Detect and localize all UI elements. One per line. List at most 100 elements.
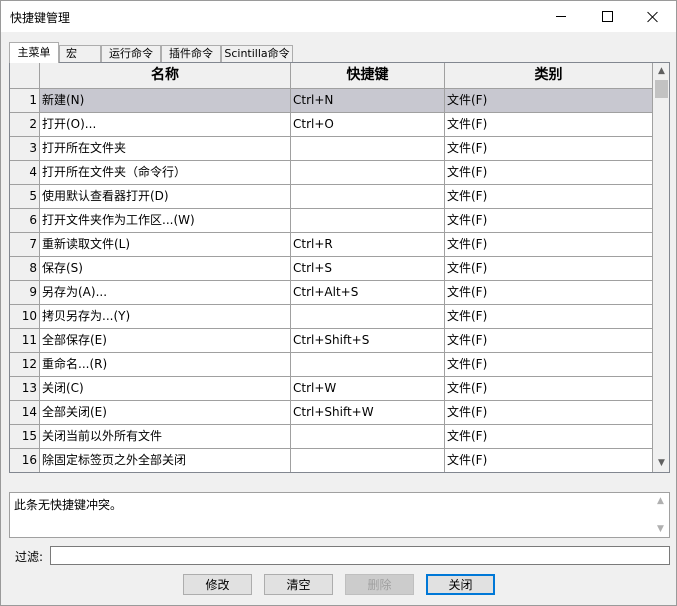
- shortcut-cell[interactable]: Ctrl+Shift+S: [291, 329, 445, 353]
- tab-run-commands[interactable]: 运行命令: [101, 45, 161, 62]
- shortcut-cell[interactable]: [291, 305, 445, 329]
- message-scroll-down-icon[interactable]: ▼: [656, 525, 665, 534]
- table-row[interactable]: 14 全部关闭(E) Ctrl+Shift+W 文件(F): [10, 401, 653, 425]
- header-shortcut[interactable]: 快捷键: [291, 63, 445, 89]
- category-cell[interactable]: 文件(F): [445, 281, 653, 305]
- category-cell[interactable]: 文件(F): [445, 233, 653, 257]
- command-name-cell[interactable]: 关闭当前以外所有文件: [40, 425, 291, 449]
- shortcut-cell[interactable]: Ctrl+W: [291, 377, 445, 401]
- category-cell[interactable]: 文件(F): [445, 209, 653, 233]
- shortcut-cell[interactable]: Ctrl+O: [291, 113, 445, 137]
- clear-button[interactable]: 清空: [264, 574, 333, 595]
- modify-button[interactable]: 修改: [183, 574, 252, 595]
- table-row[interactable]: 7 重新读取文件(L) Ctrl+R 文件(F): [10, 233, 653, 257]
- table-row[interactable]: 8 保存(S) Ctrl+S 文件(F): [10, 257, 653, 281]
- row-number[interactable]: 9: [10, 281, 40, 305]
- command-name-cell[interactable]: 打开(O)...: [40, 113, 291, 137]
- table-row[interactable]: 9 另存为(A)... Ctrl+Alt+S 文件(F): [10, 281, 653, 305]
- row-number[interactable]: 13: [10, 377, 40, 401]
- table-row[interactable]: 2 打开(O)... Ctrl+O 文件(F): [10, 113, 653, 137]
- table-row[interactable]: 11 全部保存(E) Ctrl+Shift+S 文件(F): [10, 329, 653, 353]
- shortcut-cell[interactable]: [291, 449, 445, 472]
- tab-scintilla-commands[interactable]: Scintilla命令: [221, 45, 293, 62]
- row-number[interactable]: 16: [10, 449, 40, 472]
- command-name-cell[interactable]: 打开所在文件夹（命令行）: [40, 161, 291, 185]
- scroll-up-arrow-icon[interactable]: ▲: [657, 67, 666, 76]
- command-name-cell[interactable]: 打开所在文件夹: [40, 137, 291, 161]
- category-cell[interactable]: 文件(F): [445, 257, 653, 281]
- shortcut-cell[interactable]: [291, 161, 445, 185]
- category-cell[interactable]: 文件(F): [445, 353, 653, 377]
- tab-main-menu[interactable]: 主菜单: [9, 42, 59, 63]
- category-cell[interactable]: 文件(F): [445, 113, 653, 137]
- table-row[interactable]: 1 新建(N) Ctrl+N 文件(F): [10, 89, 653, 113]
- category-cell[interactable]: 文件(F): [445, 329, 653, 353]
- message-scrollbar[interactable]: ▲ ▼: [652, 493, 669, 537]
- category-cell[interactable]: 文件(F): [445, 305, 653, 329]
- table-row[interactable]: 3 打开所在文件夹 文件(F): [10, 137, 653, 161]
- row-number[interactable]: 11: [10, 329, 40, 353]
- table-row[interactable]: 12 重命名...(R) 文件(F): [10, 353, 653, 377]
- close-button[interactable]: 关闭: [426, 574, 495, 595]
- category-cell[interactable]: 文件(F): [445, 185, 653, 209]
- command-name-cell[interactable]: 拷贝另存为...(Y): [40, 305, 291, 329]
- shortcut-cell[interactable]: [291, 137, 445, 161]
- scroll-down-arrow-icon[interactable]: ▼: [657, 459, 666, 468]
- header-name[interactable]: 名称: [40, 63, 291, 89]
- command-name-cell[interactable]: 重命名...(R): [40, 353, 291, 377]
- row-number[interactable]: 2: [10, 113, 40, 137]
- category-cell[interactable]: 文件(F): [445, 89, 653, 113]
- table-row[interactable]: 6 打开文件夹作为工作区...(W) 文件(F): [10, 209, 653, 233]
- shortcut-cell[interactable]: Ctrl+N: [291, 89, 445, 113]
- shortcut-cell[interactable]: [291, 353, 445, 377]
- command-name-cell[interactable]: 另存为(A)...: [40, 281, 291, 305]
- row-number[interactable]: 6: [10, 209, 40, 233]
- row-number[interactable]: 15: [10, 425, 40, 449]
- shortcut-cell[interactable]: [291, 185, 445, 209]
- category-cell[interactable]: 文件(F): [445, 377, 653, 401]
- row-number[interactable]: 4: [10, 161, 40, 185]
- row-number[interactable]: 3: [10, 137, 40, 161]
- row-number[interactable]: 1: [10, 89, 40, 113]
- shortcut-cell[interactable]: Ctrl+R: [291, 233, 445, 257]
- header-category[interactable]: 类别: [445, 63, 653, 89]
- table-row[interactable]: 4 打开所在文件夹（命令行） 文件(F): [10, 161, 653, 185]
- command-name-cell[interactable]: 保存(S): [40, 257, 291, 281]
- shortcut-cell[interactable]: [291, 425, 445, 449]
- row-number[interactable]: 5: [10, 185, 40, 209]
- shortcut-grid[interactable]: 名称 快捷键 类别 1 新建(N) Ctrl+N 文件(F) 2 打开(O)... Ctrl…: [9, 62, 670, 473]
- table-row[interactable]: 5 使用默认查看器打开(D) 文件(F): [10, 185, 653, 209]
- conflict-message-box[interactable]: 此条无快捷键冲突。 ▲ ▼: [9, 492, 670, 538]
- row-number[interactable]: 10: [10, 305, 40, 329]
- command-name-cell[interactable]: 重新读取文件(L): [40, 233, 291, 257]
- row-number[interactable]: 14: [10, 401, 40, 425]
- command-name-cell[interactable]: 全部关闭(E): [40, 401, 291, 425]
- grid-vertical-scrollbar[interactable]: ▲ ▼: [653, 63, 669, 472]
- row-number[interactable]: 7: [10, 233, 40, 257]
- table-row[interactable]: 15 关闭当前以外所有文件 文件(F): [10, 425, 653, 449]
- message-scroll-up-icon[interactable]: ▲: [656, 497, 665, 506]
- category-cell[interactable]: 文件(F): [445, 137, 653, 161]
- table-row[interactable]: 16 除固定标签页之外全部关闭 文件(F): [10, 449, 653, 472]
- minimize-button[interactable]: [538, 1, 584, 32]
- table-row[interactable]: 13 关闭(C) Ctrl+W 文件(F): [10, 377, 653, 401]
- close-window-button[interactable]: [630, 1, 676, 32]
- shortcut-cell[interactable]: Ctrl+Alt+S: [291, 281, 445, 305]
- shortcut-cell[interactable]: Ctrl+Shift+W: [291, 401, 445, 425]
- command-name-cell[interactable]: 新建(N): [40, 89, 291, 113]
- command-name-cell[interactable]: 使用默认查看器打开(D): [40, 185, 291, 209]
- tab-plugin-commands[interactable]: 插件命令: [161, 45, 221, 62]
- scroll-thumb[interactable]: [655, 80, 668, 98]
- category-cell[interactable]: 文件(F): [445, 161, 653, 185]
- category-cell[interactable]: 文件(F): [445, 449, 653, 472]
- command-name-cell[interactable]: 关闭(C): [40, 377, 291, 401]
- command-name-cell[interactable]: 除固定标签页之外全部关闭: [40, 449, 291, 472]
- shortcut-cell[interactable]: Ctrl+S: [291, 257, 445, 281]
- category-cell[interactable]: 文件(F): [445, 425, 653, 449]
- table-row[interactable]: 10 拷贝另存为...(Y) 文件(F): [10, 305, 653, 329]
- row-number[interactable]: 12: [10, 353, 40, 377]
- command-name-cell[interactable]: 全部保存(E): [40, 329, 291, 353]
- command-name-cell[interactable]: 打开文件夹作为工作区...(W): [40, 209, 291, 233]
- maximize-button[interactable]: [584, 1, 630, 32]
- shortcut-cell[interactable]: [291, 209, 445, 233]
